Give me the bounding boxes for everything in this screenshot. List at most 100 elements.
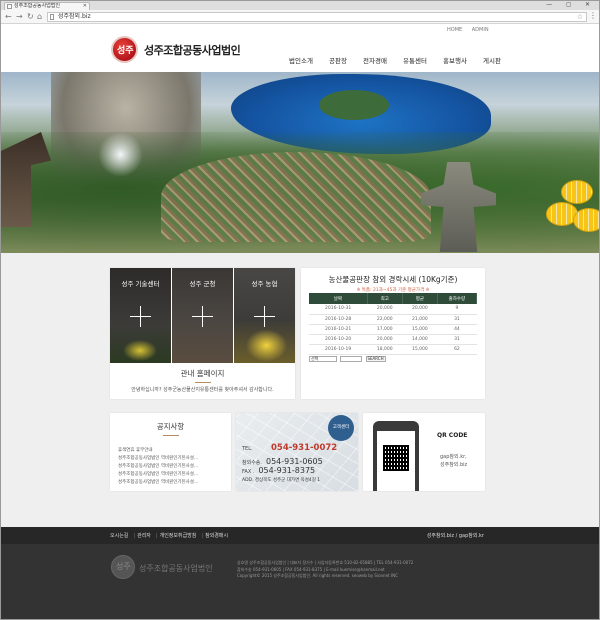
footer-link-auction[interactable]: 참외경매시 xyxy=(205,533,228,539)
info-line: 상호명 성주조합공동사업법인 | 대표자 정기수 | 사업자등록번호 510-8… xyxy=(237,560,414,565)
menu-item-market[interactable]: 공판장 xyxy=(329,55,347,65)
main-menu: 법인소개 공판장 전자경매 유통센터 홍보행사 게시판 xyxy=(289,55,515,65)
browser-window: 성주조합공동사업법인 ✕ — ◻ ✕ ← → ↻ ⌂ 성주참외.biz ☆ ⋮ … xyxy=(0,0,600,620)
site-footer: 오시는길 | 관리자 | 개인정보취급방침 | 참외경매시 성주참외.biz / gap참외… xyxy=(1,527,599,619)
table-row: 2016-10-28 22,000 21,000 31 xyxy=(309,314,477,325)
menu-item-distribution[interactable]: 유통센터 xyxy=(403,55,427,65)
notice-list: 휴색연휴 휴무안내 성주조합공동사업법인 역비원인기된사설... 성주조합공동사… xyxy=(118,447,198,487)
contact-value: 054-931-0605 xyxy=(266,457,323,466)
table-cell: 2016-10-31 xyxy=(309,304,368,315)
table-cell: 15,000 xyxy=(402,324,438,335)
table-cell: 22,000 xyxy=(367,314,403,325)
panel-tech-center[interactable]: 성주 기술센터 xyxy=(110,268,171,363)
melon-image xyxy=(561,180,593,204)
column-header: 평균 xyxy=(402,293,438,304)
footer-domains: 성주참외.biz / gap참외.kr xyxy=(426,533,484,539)
table-cell: 2016-10-20 xyxy=(309,334,368,345)
page-info-icon xyxy=(50,14,54,20)
main-content: 성주 기술센터 성주 군청 성주 농협 관내 홈페이지 안녕하십니까? 성주군농… xyxy=(1,253,599,527)
table-cell: 21,000 xyxy=(402,314,438,325)
table-row: 2016-10-20 20,000 14,000 31 xyxy=(309,334,477,345)
menu-item-board[interactable]: 게시판 xyxy=(483,55,501,65)
panel-title: 성주 기술센터 xyxy=(121,280,160,288)
divider: | xyxy=(155,533,158,539)
plus-icon xyxy=(192,306,213,327)
footer-bar: 오시는길 | 관리자 | 개인정보취급방침 | 참외경매시 성주참외.biz / gap참외… xyxy=(1,527,599,544)
url-input[interactable]: 성주참외.biz ☆ xyxy=(47,12,587,22)
column-header: 최고 xyxy=(367,293,403,304)
list-item[interactable]: 성주조합공동사업법인 역비원인기된사설... xyxy=(118,463,198,471)
table-cell: 14,000 xyxy=(402,334,438,345)
table-cell: 20,000 xyxy=(367,334,403,345)
table-cell: 9 xyxy=(437,304,477,315)
admin-link[interactable]: ADMIN xyxy=(472,27,489,33)
customer-center-badge: 고객센터 xyxy=(328,415,354,441)
qr-url: 성주참외.biz xyxy=(440,462,468,468)
table-cell: 31 xyxy=(437,334,477,345)
plus-icon xyxy=(130,306,151,327)
list-item[interactable]: 성주조합공동사업법인 역비원인기된사설... xyxy=(118,455,198,463)
date-select[interactable]: 선택 xyxy=(309,356,337,362)
phone-icon xyxy=(373,421,419,491)
table-row: 2016-10-19 18,000 15,000 62 xyxy=(309,344,477,355)
tel-number: 054-931-0072 xyxy=(271,443,338,453)
footer-link-admin[interactable]: 관리자 xyxy=(137,533,151,539)
home-link[interactable]: HOME xyxy=(447,27,462,33)
close-tab-icon[interactable]: ✕ xyxy=(83,3,87,10)
hero-waterfall xyxy=(98,132,143,177)
table-cell: 15,000 xyxy=(402,344,438,355)
menu-item-auction[interactable]: 전자경매 xyxy=(363,55,387,65)
qr-card: QR CODE gap참외.kr, 성주참외.biz xyxy=(363,413,485,491)
hero-banner xyxy=(1,72,599,253)
divider: | xyxy=(201,533,204,539)
tab-bar: 성주조합공동사업법인 ✕ — ◻ ✕ xyxy=(1,1,599,10)
table-cell: 31 xyxy=(437,314,477,325)
table-cell: 17,000 xyxy=(367,324,403,335)
forward-icon[interactable]: → xyxy=(16,12,23,21)
reload-icon[interactable]: ↻ xyxy=(27,12,34,21)
footer-links: 오시는길 | 관리자 | 개인정보취급방침 | 참외경매시 xyxy=(110,532,230,539)
search-button[interactable]: SEARCH xyxy=(365,356,386,362)
list-item[interactable]: 성주조합공동사업법인 역비원인기된사설... xyxy=(118,479,198,487)
list-item[interactable]: 휴색연휴 휴무안내 xyxy=(118,447,198,455)
info-line: Copyright© 2015 성주조합공동사업법인. All rights r… xyxy=(237,573,398,578)
menu-item-about[interactable]: 법인소개 xyxy=(289,55,313,65)
tab-title: 성주조합공동사업법인 xyxy=(14,3,61,9)
footer-logo-text: 성주조합공동사업법인 xyxy=(139,564,213,573)
table-cell: 2016-10-19 xyxy=(309,344,368,355)
logo-text[interactable]: 성주조합공동사업법인 xyxy=(144,42,241,58)
section-title: 관내 홈페이지 xyxy=(110,368,295,383)
homepage-panels: 성주 기술센터 성주 군청 성주 농협 xyxy=(110,268,295,363)
search-row: 선택 SEARCH xyxy=(309,356,386,362)
bookmark-star-icon[interactable]: ☆ xyxy=(577,13,583,21)
page-icon xyxy=(7,4,12,9)
qr-code-icon xyxy=(383,445,409,471)
panel-title: 성주 군청 xyxy=(189,280,216,288)
panel-nonghyup[interactable]: 성주 농협 xyxy=(234,268,295,363)
plus-icon xyxy=(254,306,275,327)
price-table: 날짜 최고 평균 출하수량 2016-10-31 20,000 20,000 9… xyxy=(309,293,478,355)
table-row: 2016-10-21 17,000 15,000 44 xyxy=(309,324,477,335)
browser-tab[interactable]: 성주조합공동사업법인 ✕ xyxy=(4,2,90,10)
list-item[interactable]: 성주조합공동사업법인 역비원인기된사설... xyxy=(118,471,198,479)
home-icon[interactable]: ⌂ xyxy=(37,12,42,21)
qr-url: gap참외.kr, xyxy=(440,454,467,460)
logo-mark[interactable]: 성주 xyxy=(111,36,138,63)
back-icon[interactable]: ← xyxy=(5,12,12,21)
tel-label: TEL. xyxy=(242,446,253,452)
panel-county-office[interactable]: 성주 군청 xyxy=(172,268,233,363)
contact-card: 고객센터 TEL. 054-931-0072 참외수송. 054-931-0605… xyxy=(236,413,358,491)
notice-title: 공지사항 xyxy=(110,421,231,436)
footer-link-directions[interactable]: 오시는길 xyxy=(110,533,128,539)
browser-menu-icon[interactable]: ⋮ xyxy=(589,12,597,20)
table-cell: 20,000 xyxy=(402,304,438,315)
menu-item-promotion[interactable]: 홍보행사 xyxy=(443,55,467,65)
search-input[interactable] xyxy=(340,356,363,362)
column-header: 날짜 xyxy=(309,293,368,304)
panel-title: 성주 농협 xyxy=(251,280,278,288)
table-row: 2016-10-31 20,000 20,000 9 xyxy=(309,304,477,315)
window-controls[interactable]: — ◻ ✕ xyxy=(546,1,596,8)
address-bar: ← → ↻ ⌂ 성주참외.biz ☆ ⋮ xyxy=(1,10,599,24)
contact-row: 참외수송. 054-931-0605 xyxy=(242,457,323,466)
footer-link-privacy[interactable]: 개인정보취급방침 xyxy=(160,533,197,539)
